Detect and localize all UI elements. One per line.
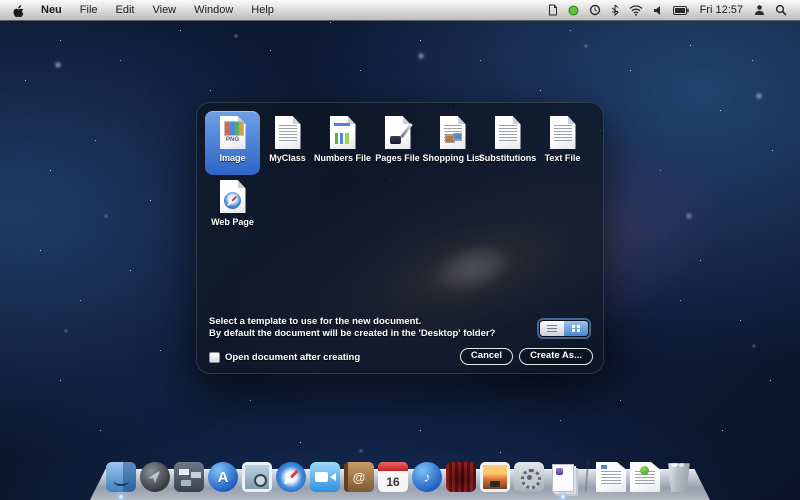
create-as-button[interactable]: Create As...: [519, 348, 593, 365]
volume-icon[interactable]: [648, 0, 668, 20]
cancel-button[interactable]: Cancel: [460, 348, 513, 365]
apple-menu-icon[interactable]: [0, 0, 32, 20]
user-icon[interactable]: [749, 0, 770, 20]
web-document-icon: [220, 180, 246, 213]
template-item-numbers-file[interactable]: Numbers File: [315, 111, 370, 175]
template-label: Shopping List: [423, 153, 483, 163]
dock-icons: A @ 16 ♪: [106, 458, 694, 492]
list-document-icon: [440, 116, 466, 149]
menu-edit[interactable]: Edit: [107, 0, 144, 20]
documents-app-icon[interactable]: [548, 462, 578, 492]
menu-file[interactable]: File: [71, 0, 107, 20]
open-after-creating-option: Open document after creating: [209, 352, 360, 363]
template-label: Numbers File: [314, 153, 371, 163]
template-item-web-page[interactable]: Web Page: [205, 175, 260, 239]
menu-bar: Neu File Edit View Window Help Fri 12:57: [0, 0, 800, 21]
dock: A @ 16 ♪: [90, 452, 710, 500]
trash-icon[interactable]: [664, 462, 694, 492]
template-item-text-file[interactable]: Text File: [535, 111, 590, 175]
calendar-day: 16: [386, 472, 399, 492]
document-file-icon[interactable]: [596, 462, 626, 492]
template-item-pages-file[interactable]: Pages File: [370, 111, 425, 175]
menu-bar-left: Neu File Edit View Window Help: [0, 0, 283, 20]
view-mode-segmented-control: [539, 320, 589, 337]
app-store-icon[interactable]: A: [208, 462, 238, 492]
dock-divider: [585, 458, 590, 492]
itunes-icon[interactable]: ♪: [412, 462, 442, 492]
document-status-icon[interactable]: [543, 0, 563, 20]
running-indicator: [119, 495, 123, 499]
text-document-icon: [550, 116, 576, 149]
template-label: Image: [219, 153, 245, 163]
text-document-icon: [495, 116, 521, 149]
pages-document-icon: [385, 116, 411, 149]
preview-icon[interactable]: [242, 462, 272, 492]
iphoto-icon[interactable]: [480, 462, 510, 492]
green-status-icon[interactable]: [563, 0, 584, 20]
menu-help[interactable]: Help: [242, 0, 283, 20]
menu-bar-status-area: Fri 12:57: [543, 0, 800, 20]
dialog-buttons: Cancel Create As...: [460, 348, 593, 365]
menu-window[interactable]: Window: [185, 0, 242, 20]
spotlight-icon[interactable]: [770, 0, 792, 20]
template-grid: PNG Image MyClass Numbers File Pages Fil…: [205, 111, 595, 239]
template-label: Pages File: [375, 153, 420, 163]
mission-control-icon[interactable]: [174, 462, 204, 492]
system-preferences-icon[interactable]: [514, 462, 544, 492]
menu-clock[interactable]: Fri 12:57: [694, 4, 749, 16]
dialog-info-text: Select a template to use for the new doc…: [209, 316, 495, 339]
safari-icon[interactable]: [276, 462, 306, 492]
document-file-2-icon[interactable]: [630, 462, 660, 492]
finder-icon[interactable]: [106, 462, 136, 492]
menu-view[interactable]: View: [143, 0, 185, 20]
wifi-icon[interactable]: [624, 0, 648, 20]
time-machine-icon[interactable]: [584, 0, 606, 20]
template-item-myclass[interactable]: MyClass: [260, 111, 315, 175]
grid-view-segment[interactable]: [564, 321, 588, 336]
running-indicator: [561, 495, 565, 499]
template-item-shopping-list[interactable]: Shopping List: [425, 111, 480, 175]
info-line-2: By default the document will be created …: [209, 328, 495, 340]
app-menu-name[interactable]: Neu: [32, 0, 71, 20]
template-item-substitutions[interactable]: Substitutions: [480, 111, 535, 175]
new-document-dialog: PNG Image MyClass Numbers File Pages Fil…: [196, 102, 604, 374]
checkbox-label: Open document after creating: [225, 352, 360, 363]
template-label: Substitutions: [479, 153, 537, 163]
text-document-icon: [275, 116, 301, 149]
template-label: Text File: [545, 153, 581, 163]
facetime-icon[interactable]: [310, 462, 340, 492]
template-item-image[interactable]: PNG Image: [205, 111, 260, 175]
open-after-creating-checkbox[interactable]: [209, 352, 220, 363]
app-store-letter: A: [218, 469, 229, 486]
template-label: Web Page: [211, 217, 254, 227]
address-book-icon[interactable]: @: [344, 462, 374, 492]
launchpad-icon[interactable]: [140, 462, 170, 492]
png-image-file-icon: PNG: [220, 116, 246, 149]
ical-icon[interactable]: 16: [378, 462, 408, 492]
template-label: MyClass: [269, 153, 306, 163]
numbers-document-icon: [330, 116, 356, 149]
bluetooth-icon[interactable]: [606, 0, 624, 20]
battery-icon[interactable]: [668, 0, 694, 20]
png-badge: PNG: [220, 137, 246, 143]
address-book-glyph: @: [353, 470, 366, 485]
info-line-1: Select a template to use for the new doc…: [209, 316, 495, 328]
photo-booth-icon[interactable]: [446, 462, 476, 492]
list-view-segment[interactable]: [540, 321, 564, 336]
itunes-note-glyph: ♪: [424, 469, 431, 485]
